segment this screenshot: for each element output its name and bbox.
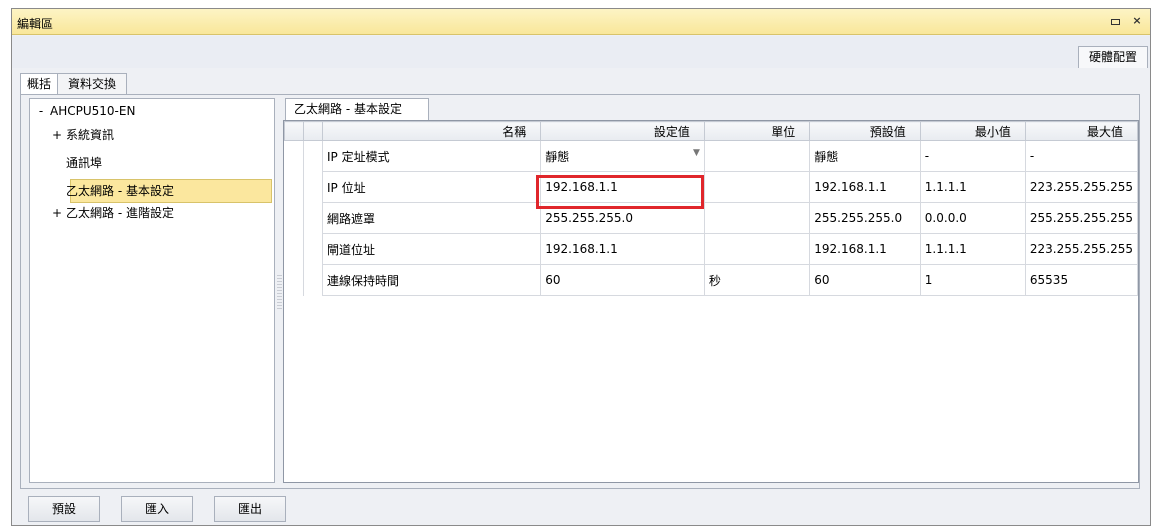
table-row[interactable]: IP 定址模式 靜態 ▼ 靜態 - -	[284, 140, 1139, 172]
tab-ethernet-basic[interactable]: 乙太網路 - 基本設定	[285, 98, 429, 121]
cell-default: 255.255.255.0	[809, 202, 921, 234]
cell-value-input[interactable]: 60	[540, 264, 705, 296]
tab-hardware-config[interactable]: 硬體配置	[1078, 46, 1148, 68]
splitter-handle[interactable]	[277, 275, 282, 309]
tree-root[interactable]: - AHCPU510-EN	[30, 101, 280, 121]
cell-value-input[interactable]: 192.168.1.1	[540, 171, 705, 203]
cell-name: IP 位址	[321, 171, 542, 203]
cell-value-input[interactable]: 192.168.1.1	[540, 233, 705, 265]
cell-unit: 秒	[703, 264, 811, 296]
cell-value-dropdown[interactable]: 靜態 ▼	[540, 140, 705, 172]
tree-item-system-info[interactable]: + 系統資訊	[30, 125, 296, 145]
cell-default: 192.168.1.1	[809, 171, 921, 203]
cell-min: 1.1.1.1	[919, 171, 1026, 203]
tree-item-ethernet-advanced[interactable]: + 乙太網路 - 進階設定	[30, 203, 296, 223]
cell-max: 65535	[1024, 264, 1139, 296]
close-icon[interactable]: ×	[1130, 14, 1144, 28]
cell-max: 223.255.255.255	[1024, 233, 1139, 265]
maximize-icon[interactable]	[1108, 14, 1122, 28]
cell-name: IP 定址模式	[321, 140, 542, 172]
cell-unit	[703, 171, 811, 203]
top-toolbar: 硬體配置	[12, 36, 1150, 68]
expand-icon[interactable]: +	[52, 203, 62, 223]
cell-min: 1.1.1.1	[919, 233, 1026, 265]
row-gutter	[284, 140, 304, 172]
cell-max: -	[1024, 140, 1139, 172]
table-row[interactable]: 網路遮罩 255.255.255.0 255.255.255.0 0.0.0.0…	[284, 202, 1139, 234]
tree-root-label: AHCPU510-EN	[50, 104, 136, 118]
cell-unit	[703, 233, 811, 265]
config-tree: - AHCPU510-EN + 系統資訊 通訊埠 乙太網路 - 基本設定 + 乙太網路…	[29, 98, 275, 483]
cell-max: 255.255.255.255	[1024, 202, 1139, 234]
editor-window: 編輯區 × 硬體配置 概括 資料交換 - AHCPU510-EN + 系統資訊 通訊…	[11, 8, 1151, 526]
cell-value-input[interactable]: 255.255.255.0	[540, 202, 705, 234]
import-button[interactable]: 匯入	[121, 496, 193, 522]
cell-name: 閘道位址	[321, 233, 542, 265]
dropdown-arrow-icon[interactable]: ▼	[693, 148, 700, 158]
row-gutter-2	[303, 202, 323, 234]
tree-item-label: 系統資訊	[66, 128, 115, 142]
title-bar: 編輯區 ×	[12, 9, 1150, 35]
table-row[interactable]: 連線保持時間 60 秒 60 1 65535	[284, 264, 1139, 296]
button-bar: 預設 匯入 匯出	[12, 489, 1150, 526]
row-gutter	[284, 171, 304, 203]
tree-item-label: 乙太網路 - 基本設定	[66, 184, 174, 198]
header-default[interactable]: 預設值	[809, 121, 921, 141]
row-gutter-2	[303, 264, 323, 296]
settings-table: 名稱 設定值 單位 預設值 最小值 最大值 IP 定址模式 靜態 ▼ 靜態 - …	[284, 121, 1139, 296]
row-gutter	[284, 202, 304, 234]
row-gutter	[284, 233, 304, 265]
collapse-icon[interactable]: -	[36, 101, 46, 121]
settings-grid: 名稱 設定值 單位 預設值 最小值 最大值 IP 定址模式 靜態 ▼ 靜態 - …	[283, 120, 1139, 483]
cell-name: 網路遮罩	[321, 202, 542, 234]
row-gutter	[284, 264, 304, 296]
tree-item-label: 通訊埠	[66, 156, 103, 170]
cell-name: 連線保持時間	[321, 264, 542, 296]
expand-icon[interactable]: +	[52, 125, 62, 145]
cell-unit	[703, 140, 811, 172]
row-gutter-2	[303, 233, 323, 265]
cell-max: 223.255.255.255	[1024, 171, 1139, 203]
row-gutter-2	[303, 171, 323, 203]
cell-min: 1	[919, 264, 1026, 296]
row-gutter-2	[303, 140, 323, 172]
tree-item-comm-port[interactable]: 通訊埠	[30, 153, 310, 173]
header-unit[interactable]: 單位	[703, 121, 811, 141]
header-min[interactable]: 最小值	[919, 121, 1026, 141]
tab-data-exchange[interactable]: 資料交換	[57, 73, 127, 95]
header-name[interactable]: 名稱	[321, 121, 542, 141]
cell-value: 靜態	[545, 149, 570, 164]
export-button[interactable]: 匯出	[214, 496, 286, 522]
header-value[interactable]: 設定值	[540, 121, 705, 141]
tab-content: - AHCPU510-EN + 系統資訊 通訊埠 乙太網路 - 基本設定 + 乙太網路…	[20, 94, 1140, 489]
cell-default: 192.168.1.1	[809, 233, 921, 265]
tab-overview[interactable]: 概括	[20, 73, 58, 95]
cell-unit	[703, 202, 811, 234]
cell-default: 靜態	[809, 140, 921, 172]
table-row[interactable]: IP 位址 192.168.1.1 192.168.1.1 1.1.1.1 22…	[284, 171, 1139, 203]
tree-item-label: 乙太網路 - 進階設定	[66, 206, 174, 220]
cell-min: -	[919, 140, 1026, 172]
cell-min: 0.0.0.0	[919, 202, 1026, 234]
table-header-row: 名稱 設定值 單位 預設值 最小值 最大值	[284, 121, 1139, 141]
window-title: 編輯區	[17, 17, 54, 31]
default-button[interactable]: 預設	[28, 496, 100, 522]
cell-default: 60	[809, 264, 921, 296]
table-row[interactable]: 閘道位址 192.168.1.1 192.168.1.1 1.1.1.1 223…	[284, 233, 1139, 265]
header-max[interactable]: 最大值	[1024, 121, 1139, 141]
header-gutter	[284, 121, 304, 141]
header-gutter-2	[303, 121, 323, 141]
tree-item-ethernet-basic[interactable]: 乙太網路 - 基本設定	[30, 181, 310, 201]
